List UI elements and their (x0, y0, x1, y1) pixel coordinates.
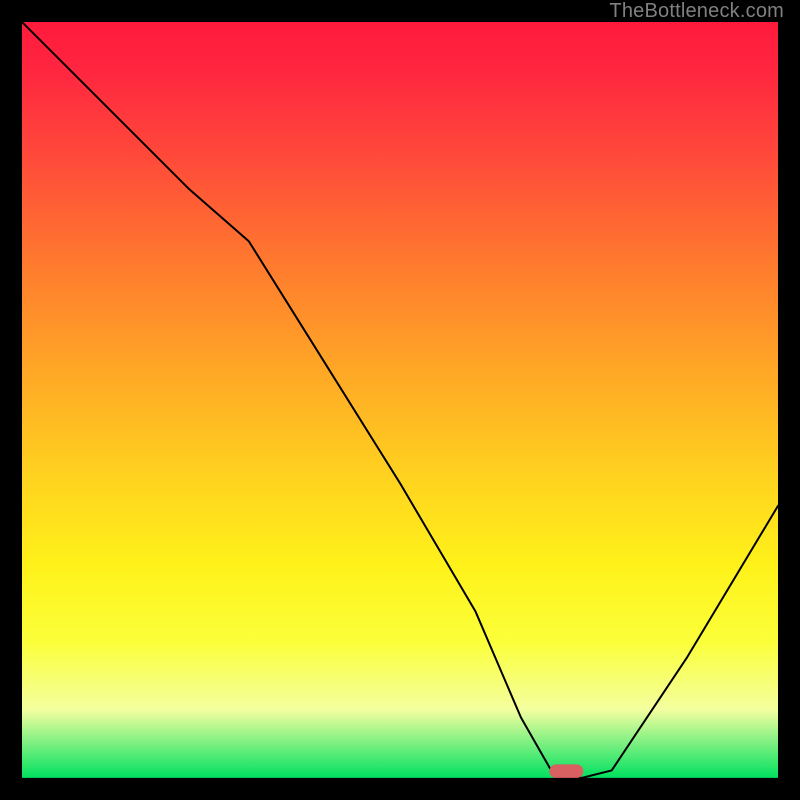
bottleneck-curve-path (22, 22, 778, 778)
watermark-text: TheBottleneck.com (609, 0, 784, 23)
chart-stage: TheBottleneck.com (0, 0, 800, 800)
optimal-marker (549, 764, 583, 778)
curve-layer (22, 22, 778, 778)
plot-area (22, 22, 778, 778)
